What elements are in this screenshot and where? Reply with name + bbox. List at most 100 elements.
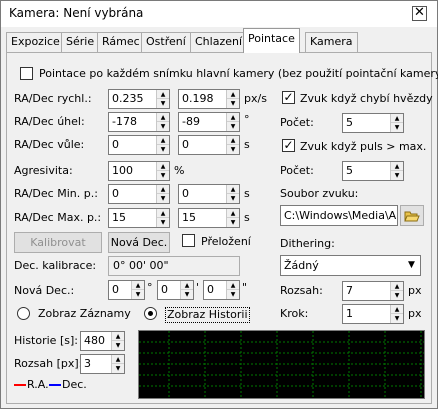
calibrate-button[interactable]: Kalibrovat [14, 232, 102, 253]
show-history-radio[interactable] [144, 307, 157, 320]
flip-checkbox[interactable] [182, 234, 195, 247]
aggressivity-label: Agresivita: [14, 164, 73, 177]
deg-unit: ° [147, 281, 153, 294]
tab-kamera[interactable]: Kamera [305, 32, 358, 52]
sound-missing-star-checkbox[interactable]: ✓ [282, 91, 295, 104]
spin-up-icon[interactable]: ▲ [227, 113, 239, 122]
tab-ostreni[interactable]: Ostření [141, 32, 191, 52]
spin-up-icon[interactable]: ▲ [157, 185, 169, 194]
spin-down-icon[interactable]: ▼ [227, 218, 239, 227]
dither-step-spinner[interactable]: 1 ▲ ▼ [342, 304, 404, 324]
dither-range-spinner[interactable]: 7 ▲ ▼ [342, 281, 404, 301]
spin-up-icon[interactable]: ▲ [391, 114, 403, 123]
spin-up-icon[interactable]: ▲ [132, 281, 144, 290]
close-button[interactable]: ✕ [412, 6, 427, 21]
spin-down-icon[interactable]: ▼ [157, 194, 169, 203]
dec-legend-line [49, 384, 61, 386]
chevron-down-icon[interactable]: ▼ [403, 256, 420, 275]
spin-up-icon[interactable]: ▲ [157, 162, 169, 171]
dec-calibration-label: Dec. kalibrace: [14, 259, 97, 272]
dec-min-spinner[interactable]: 0 ▲ ▼ [178, 184, 240, 204]
spin-up-icon[interactable]: ▲ [391, 162, 403, 171]
spin-up-icon[interactable]: ▲ [157, 90, 169, 99]
missing-star-count-spinner[interactable]: 5 ▲ ▼ [342, 113, 404, 133]
spin-down-icon[interactable]: ▼ [227, 194, 239, 203]
sound-pulse-over-max-label: Zvuk když puls > max. [300, 140, 427, 153]
guiding-history-chart [138, 330, 425, 399]
new-dec-label: Nová Dec.: [14, 284, 75, 297]
new-dec-button[interactable]: Nová Dec. [108, 232, 170, 253]
spin-down-icon[interactable]: ▼ [112, 364, 124, 373]
new-dec-sec-spinner[interactable]: 0 ▲ ▼ [203, 280, 240, 300]
browse-folder-button[interactable] [400, 205, 424, 226]
tab-expozice[interactable]: Expozice [6, 32, 65, 52]
spin-down-icon[interactable]: ▼ [157, 218, 169, 227]
dec-angle-spinner[interactable]: -89 ▲ ▼ [178, 112, 240, 132]
app-window: Kamera: Není vybrána ✕ Expozice Série Rá… [0, 0, 438, 409]
dithering-label: Dithering: [280, 237, 335, 250]
spin-down-icon[interactable]: ▼ [181, 290, 193, 299]
spin-up-icon[interactable]: ▲ [112, 332, 124, 341]
spin-down-icon[interactable]: ▼ [112, 341, 124, 350]
tab-serie[interactable]: Série [61, 32, 100, 52]
spin-up-icon[interactable]: ▲ [227, 185, 239, 194]
spin-up-icon[interactable]: ▲ [157, 113, 169, 122]
history-chart-grid [139, 331, 424, 398]
spin-down-icon[interactable]: ▼ [132, 290, 144, 299]
aggressivity-spinner[interactable]: 100 ▲ ▼ [108, 161, 170, 181]
ra-max-spinner[interactable]: 15 ▲ ▼ [108, 208, 170, 228]
sound-pulse-over-max-checkbox[interactable]: ✓ [282, 139, 295, 152]
spin-down-icon[interactable]: ▼ [227, 122, 239, 131]
spin-up-icon[interactable]: ▲ [227, 209, 239, 218]
spin-down-icon[interactable]: ▼ [157, 171, 169, 180]
spin-down-icon[interactable]: ▼ [391, 171, 403, 180]
tab-pointace[interactable]: Pointace [243, 28, 300, 53]
dec-max-spinner[interactable]: 15 ▲ ▼ [178, 208, 240, 228]
ra-min-spinner[interactable]: 0 ▲ ▼ [108, 184, 170, 204]
new-dec-deg-spinner[interactable]: 0 ▲ ▼ [108, 280, 145, 300]
spin-up-icon[interactable]: ▲ [391, 305, 403, 314]
ra-backlash-spinner[interactable]: 0 ▲ ▼ [108, 135, 170, 155]
spin-down-icon[interactable]: ▼ [227, 99, 239, 108]
tab-chlazeni[interactable]: Chlazení [190, 32, 248, 52]
spin-down-icon[interactable]: ▼ [157, 145, 169, 154]
sec-sign: " [242, 281, 248, 294]
spin-down-icon[interactable]: ▼ [227, 290, 239, 299]
ra-dec-max-label: RA/Dec Max. p.: [14, 211, 102, 224]
window-title: Kamera: Není vybrána [9, 6, 144, 20]
spin-down-icon[interactable]: ▼ [157, 99, 169, 108]
spin-up-icon[interactable]: ▲ [157, 209, 169, 218]
show-records-radio[interactable] [17, 307, 30, 320]
ra-speed-spinner[interactable]: 0.235 ▲ ▼ [108, 89, 170, 109]
guide-after-frame-checkbox[interactable] [20, 67, 33, 80]
speed-unit: px/s [244, 92, 267, 105]
range-px-spinner[interactable]: 3 ▲ ▼ [80, 354, 125, 374]
spin-up-icon[interactable]: ▲ [227, 281, 239, 290]
spin-up-icon[interactable]: ▲ [112, 355, 124, 364]
spin-down-icon[interactable]: ▼ [391, 291, 403, 300]
dec-speed-spinner[interactable]: 0.198 ▲ ▼ [178, 89, 240, 109]
history-spinner[interactable]: 480 ▲ ▼ [80, 331, 125, 351]
sound-file-input[interactable]: C:\Windows\Media\A [280, 205, 398, 226]
spin-down-icon[interactable]: ▼ [391, 314, 403, 323]
spin-up-icon[interactable]: ▲ [157, 136, 169, 145]
show-history-label: Zobraz Historii [165, 307, 250, 323]
new-dec-min-spinner[interactable]: 0 ▲ ▼ [157, 280, 194, 300]
dithering-select[interactable]: Žádný ▼ [280, 255, 421, 276]
dec-backlash-spinner[interactable]: 0 ▲ ▼ [178, 135, 240, 155]
dec-legend-label: Dec. [62, 378, 87, 391]
pulse-count-label: Počet: [280, 164, 314, 177]
spin-up-icon[interactable]: ▲ [227, 136, 239, 145]
spin-up-icon[interactable]: ▲ [391, 282, 403, 291]
spin-up-icon[interactable]: ▲ [181, 281, 193, 290]
ra-dec-backlash-label: RA/Dec vůle: [14, 138, 85, 151]
tab-ramec[interactable]: Rámec [97, 32, 145, 52]
spin-down-icon[interactable]: ▼ [227, 145, 239, 154]
ra-angle-spinner[interactable]: -178 ▲ ▼ [108, 112, 170, 132]
spin-down-icon[interactable]: ▼ [391, 123, 403, 132]
angle-unit: ° [244, 113, 250, 126]
pulse-count-spinner[interactable]: 5 ▲ ▼ [342, 161, 404, 181]
spin-up-icon[interactable]: ▲ [227, 90, 239, 99]
min-sign: ' [196, 281, 200, 294]
spin-down-icon[interactable]: ▼ [157, 122, 169, 131]
